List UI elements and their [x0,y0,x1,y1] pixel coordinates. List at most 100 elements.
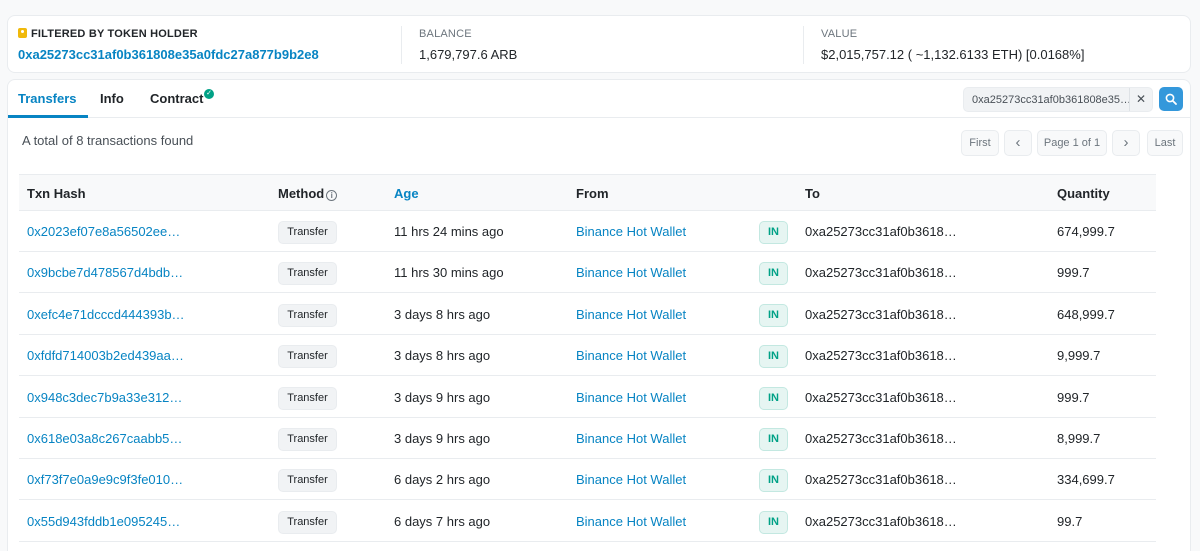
address-filter[interactable]: 0xa25273cc31af0b361808e35a0fdc27a877b9b2… [963,87,1153,112]
token-holder-summary: FILTERED BY TOKEN HOLDER 0xa25273cc31af0… [7,15,1191,73]
quantity-value: 8,999.7 [1057,431,1101,446]
value-section: VALUE $2,015,757.12 ( ~1,132.6133 ETH) [… [821,16,1191,74]
direction-badge: IN [759,428,788,451]
info-icon[interactable]: i [326,190,338,201]
direction-badge: IN [759,262,788,286]
pager-first-button[interactable]: First [961,130,999,156]
table-row: 0x9bcbe7d478567d4bdb… Transfer 11 hrs 30 m… [19,252,1156,294]
pager-next-button[interactable]: › [1112,130,1140,156]
tab-contract[interactable]: Contract [150,91,203,106]
direction-badge: IN [759,345,788,369]
from-address-link[interactable]: Binance Hot Wallet [576,472,686,487]
age-text: 11 hrs 30 mins ago [394,265,504,281]
tab-contract-label: Contract [150,91,204,106]
age-text: 3 days 8 hrs ago [394,306,491,322]
search-button[interactable] [1159,87,1183,111]
col-to: To [805,186,820,201]
to-address-text: 0xa25273cc31af0b3618… [805,265,957,281]
age-text: 3 days 9 hrs ago [394,389,491,405]
table-row: 0xefc4e71dcccd444393b… Transfer 3 days 8 h… [19,294,1156,335]
address-filter-value: 0xa25273cc31af0b361808e35a0fdc27a877b9b2… [972,94,1134,106]
txn-hash-link[interactable]: 0x9bcbe7d478567d4bdb… [27,265,183,280]
method-badge: Transfer [278,262,337,286]
txn-hash-link[interactable]: 0xf73f7e0a9e9c9f3fe010… [27,472,183,487]
pager-page-indicator: Page 1 of 1 [1037,130,1107,156]
from-address-link[interactable]: Binance Hot Wallet [576,348,686,363]
quantity-value: 648,999.7 [1057,306,1115,322]
pager-prev-button[interactable]: ‹ [1004,130,1032,156]
holder-label-wrap: FILTERED BY TOKEN HOLDER [18,28,198,40]
from-address-link[interactable]: Binance Hot Wallet [576,514,686,529]
holder-label: FILTERED BY TOKEN HOLDER [31,28,198,40]
txn-hash-link[interactable]: 0x55d943fddb1e095245… [27,514,180,529]
to-address-text: 0xa25273cc31af0b3618… [805,224,957,239]
transfers-panel: Transfers Info Contract ✓ 0xa25273cc31af… [7,79,1191,551]
txn-hash-link[interactable]: 0xefc4e71dcccd444393b… [27,307,185,322]
summary-divider [401,26,402,64]
direction-badge: IN [759,469,788,493]
txn-hash-link[interactable]: 0xfdfd714003b2ed439aa… [27,348,184,363]
method-badge: Transfer [278,386,337,410]
direction-badge: IN [759,510,788,534]
method-badge: Transfer [278,345,337,369]
age-text: 3 days 8 hrs ago [394,348,491,364]
to-address-text: 0xa25273cc31af0b3618… [805,513,957,529]
table-row: 0x618e03a8c267caabb5… Transfer 3 days 9 hr… [19,418,1156,459]
value-label: VALUE [821,28,858,40]
quantity-value: 99.7 [1057,513,1083,529]
from-address-link[interactable]: Binance Hot Wallet [576,307,686,322]
close-icon[interactable]: ✕ [1129,88,1152,111]
age-text: 3 days 9 hrs ago [394,431,491,446]
col-age[interactable]: Age [394,186,419,201]
table-row: 0x55d943fddb1e095245… Transfer 6 days 7 hr… [19,501,1156,542]
to-address-text: 0xa25273cc31af0b3618… [805,348,957,364]
method-badge: Transfer [278,510,337,534]
search-icon [1165,93,1177,105]
from-address-link[interactable]: Binance Hot Wallet [576,431,686,446]
age-text: 6 days 2 hrs ago [394,472,491,488]
tab-transfers[interactable]: Transfers [18,91,77,106]
direction-badge: IN [759,303,788,327]
col-quantity: Quantity [1057,186,1110,201]
balance-section: BALANCE 1,679,797.6 ARB [419,16,799,74]
col-txn-hash: Txn Hash [27,186,86,201]
balance-value: 1,679,797.6 ARB [419,47,518,62]
table-row: 0xf73f7e0a9e9c9f3fe010… Transfer 6 days 2 … [19,459,1156,501]
quantity-value: 334,699.7 [1057,472,1115,488]
quantity-value: 999.7 [1057,389,1090,405]
holder-icon [18,28,27,38]
tab-info[interactable]: Info [100,91,124,106]
from-address-link[interactable]: Binance Hot Wallet [576,265,686,280]
direction-badge: IN [759,221,788,244]
age-text: 6 days 7 hrs ago [394,513,491,529]
txn-hash-link[interactable]: 0x948c3dec7b9a33e312… [27,390,182,405]
pager-last-button[interactable]: Last [1147,130,1183,156]
holder-address-link[interactable]: 0xa25273cc31af0b361808e35a0fdc27a877b9b2… [18,47,319,62]
to-address-text: 0xa25273cc31af0b3618… [805,431,957,446]
table-row: 0x2023ef07e8a56502ee… Transfer 11 hrs 24 m… [19,211,1156,252]
txn-hash-link[interactable]: 0x2023ef07e8a56502ee… [27,224,180,239]
verified-check-icon: ✓ [204,89,214,99]
col-method-label: Method [278,186,325,201]
tab-bar: Transfers Info Contract ✓ 0xa25273cc31af… [8,80,1190,118]
age-text: 11 hrs 24 mins ago [394,224,504,239]
method-badge: Transfer [278,303,337,327]
table-header: Txn Hash Method i Age From To Quantity [19,174,1156,211]
txn-hash-link[interactable]: 0x618e03a8c267caabb5… [27,431,182,446]
method-badge: Transfer [278,221,337,244]
balance-label: BALANCE [419,28,472,40]
quantity-value: 9,999.7 [1057,348,1101,364]
holder-section: FILTERED BY TOKEN HOLDER 0xa25273cc31af0… [18,16,398,74]
table-row: 0x948c3dec7b9a33e312… Transfer 3 days 9 hr… [19,377,1156,418]
from-address-link[interactable]: Binance Hot Wallet [576,390,686,405]
col-method: Method i [278,186,338,201]
to-address-text: 0xa25273cc31af0b3618… [805,389,957,405]
value-value: $2,015,757.12 ( ~1,132.6133 ETH) [0.0168… [821,47,1085,62]
quantity-value: 999.7 [1057,265,1090,281]
summary-divider [803,26,804,64]
col-from: From [576,186,609,201]
quantity-value: 674,999.7 [1057,224,1115,239]
from-address-link[interactable]: Binance Hot Wallet [576,224,686,239]
direction-badge: IN [759,386,788,410]
method-badge: Transfer [278,428,337,451]
